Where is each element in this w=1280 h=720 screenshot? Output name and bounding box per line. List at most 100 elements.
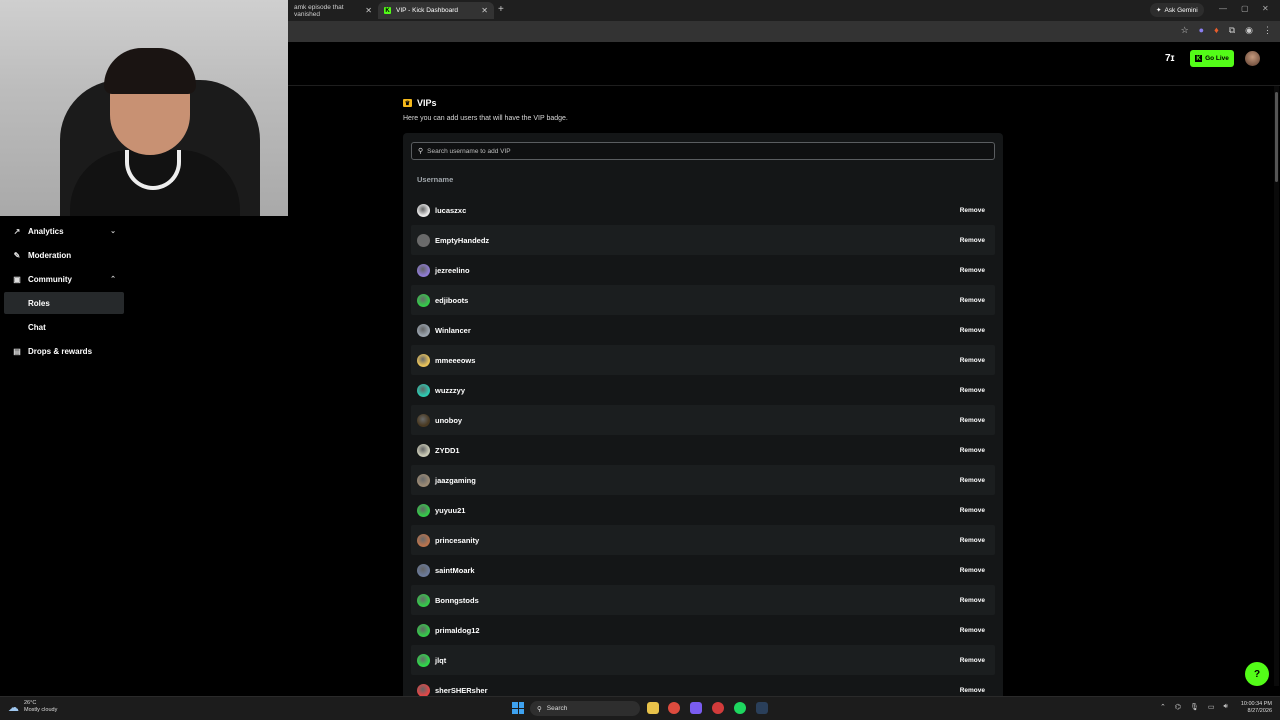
remove-button[interactable]: Remove: [960, 357, 985, 364]
username[interactable]: Bonngstods: [435, 596, 479, 605]
remove-button[interactable]: Remove: [960, 537, 985, 544]
vip-row: jlqt Remove: [411, 645, 995, 675]
search-field[interactable]: ⚲: [411, 142, 995, 160]
username[interactable]: jaazgaming: [435, 476, 476, 485]
username[interactable]: mmeeeows: [435, 356, 475, 365]
close-icon[interactable]: ✕: [481, 6, 488, 15]
window-close-icon[interactable]: ✕: [1262, 4, 1269, 13]
ask-gemini-label: Ask Gemini: [1164, 6, 1198, 14]
vip-row: edjiboots Remove: [411, 285, 995, 315]
remove-button[interactable]: Remove: [960, 687, 985, 694]
search-input[interactable]: [427, 147, 968, 155]
username[interactable]: princesanity: [435, 536, 479, 545]
remove-button[interactable]: Remove: [960, 327, 985, 334]
username[interactable]: ZYDD1: [435, 446, 460, 455]
sidebar-item-drops-rewards[interactable]: ▤ Drops & rewards: [4, 340, 124, 362]
minimize-icon[interactable]: —: [1219, 4, 1227, 13]
clock[interactable]: 10:00:34 PM 8/27/2026: [1232, 701, 1272, 715]
sidebar-item-roles[interactable]: Roles: [4, 292, 124, 314]
vip-row: ZYDD1 Remove: [411, 435, 995, 465]
avatar[interactable]: [417, 473, 430, 487]
remove-button[interactable]: Remove: [960, 387, 985, 394]
discord-icon[interactable]: [690, 702, 702, 714]
remove-button[interactable]: Remove: [960, 267, 985, 274]
kick-logo-icon[interactable]: 7ɪ: [1165, 53, 1175, 64]
username[interactable]: Winlancer: [435, 326, 471, 335]
remove-button[interactable]: Remove: [960, 447, 985, 454]
username[interactable]: wuzzzyy: [435, 386, 465, 395]
help-chat-button[interactable]: ?: [1245, 662, 1269, 686]
avatar[interactable]: [417, 233, 430, 247]
windows-start-icon[interactable]: [512, 702, 524, 714]
menu-kebab-icon[interactable]: ⋮: [1263, 25, 1272, 36]
avatar[interactable]: [417, 413, 430, 427]
browser-tab-active[interactable]: K VIP - Kick Dashboard ✕: [378, 2, 494, 19]
sidebar-item-chat[interactable]: Chat: [4, 316, 124, 338]
username[interactable]: edjiboots: [435, 296, 468, 305]
network-icon[interactable]: ⌬: [1175, 703, 1181, 711]
avatar[interactable]: [417, 263, 430, 277]
avatar[interactable]: [1245, 51, 1260, 66]
bookmark-star-icon[interactable]: ☆: [1181, 25, 1189, 36]
remove-button[interactable]: Remove: [960, 507, 985, 514]
extension-icon[interactable]: ♦: [1214, 25, 1219, 36]
browser-tab[interactable]: amk episode that vanished ✕: [288, 2, 378, 19]
avatar[interactable]: [417, 443, 430, 457]
avatar[interactable]: [417, 503, 430, 517]
cloud-icon: ☁: [8, 701, 19, 714]
username[interactable]: saintMoark: [435, 566, 475, 575]
page-scrollbar[interactable]: [1274, 86, 1279, 686]
maximize-icon[interactable]: ▢: [1241, 4, 1249, 13]
display-icon[interactable]: ▭: [1208, 703, 1215, 711]
remove-button[interactable]: Remove: [960, 237, 985, 244]
app-icon[interactable]: [712, 702, 724, 714]
remove-button[interactable]: Remove: [960, 297, 985, 304]
extensions-puzzle-icon[interactable]: ⧉: [1229, 25, 1235, 36]
taskbar-search[interactable]: ⚲ Search: [530, 701, 640, 716]
avatar[interactable]: [417, 203, 430, 217]
tab-title: VIP - Kick Dashboard: [396, 7, 459, 14]
ask-gemini-button[interactable]: ✦ Ask Gemini: [1150, 3, 1204, 17]
remove-button[interactable]: Remove: [960, 627, 985, 634]
remove-button[interactable]: Remove: [960, 597, 985, 604]
username[interactable]: primaldog12: [435, 626, 480, 635]
username[interactable]: yuyuu21: [435, 506, 465, 515]
remove-button[interactable]: Remove: [960, 477, 985, 484]
username[interactable]: lucaszxc: [435, 206, 466, 215]
remove-button[interactable]: Remove: [960, 567, 985, 574]
microphone-icon[interactable]: 🎙︎: [1190, 703, 1199, 711]
chrome-icon[interactable]: [668, 702, 680, 714]
username[interactable]: EmptyHandedz: [435, 236, 489, 245]
steam-icon[interactable]: [756, 702, 768, 714]
chevron-up-icon[interactable]: ⌃: [1160, 703, 1166, 711]
username[interactable]: jezreelino: [435, 266, 470, 275]
extension-icon[interactable]: ●: [1199, 25, 1204, 36]
profile-icon[interactable]: ◉: [1245, 25, 1253, 36]
avatar[interactable]: [417, 383, 430, 397]
avatar[interactable]: [417, 293, 430, 307]
sidebar-item-community[interactable]: ▣ Community ⌃: [4, 268, 124, 290]
remove-button[interactable]: Remove: [960, 207, 985, 214]
avatar[interactable]: [417, 653, 430, 667]
go-live-button[interactable]: K Go Live: [1190, 50, 1234, 67]
avatar[interactable]: [417, 563, 430, 577]
avatar[interactable]: [417, 353, 430, 367]
remove-button[interactable]: Remove: [960, 657, 985, 664]
new-tab-button[interactable]: +: [498, 4, 504, 15]
close-icon[interactable]: ✕: [365, 6, 372, 15]
avatar[interactable]: [417, 623, 430, 637]
remove-button[interactable]: Remove: [960, 417, 985, 424]
avatar[interactable]: [417, 593, 430, 607]
username[interactable]: jlqt: [435, 656, 446, 665]
username[interactable]: sherSHERsher: [435, 686, 488, 695]
sidebar-item-analytics[interactable]: ↗ Analytics ⌄: [4, 220, 124, 242]
volume-icon[interactable]: 🔊︎: [1224, 703, 1228, 711]
avatar[interactable]: [417, 533, 430, 547]
avatar[interactable]: [417, 683, 430, 697]
weather-widget[interactable]: ☁ 26°C Mostly cloudy: [8, 700, 57, 714]
username[interactable]: unoboy: [435, 416, 462, 425]
avatar[interactable]: [417, 323, 430, 337]
file-explorer-icon[interactable]: [647, 702, 659, 714]
spotify-icon[interactable]: [734, 702, 746, 714]
sidebar-item-moderation[interactable]: ✎ Moderation: [4, 244, 124, 266]
